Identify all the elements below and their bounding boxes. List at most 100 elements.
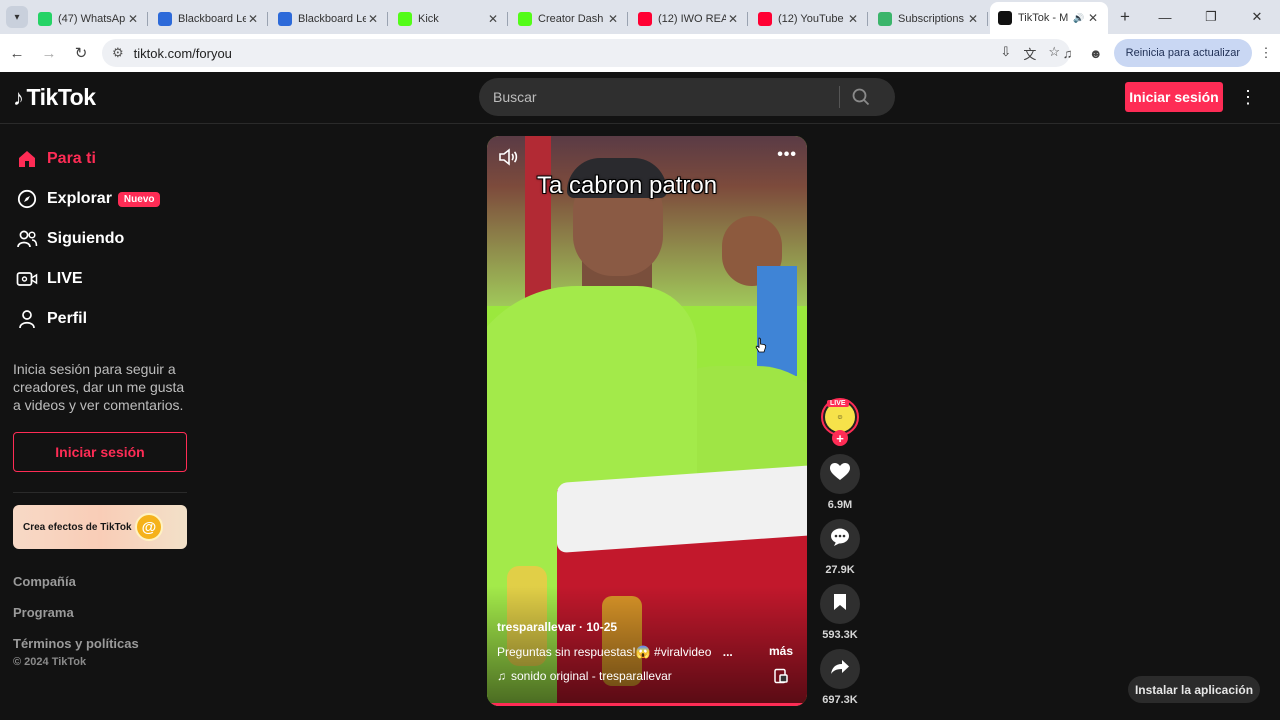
sidebar-login-button[interactable]: Iniciar sesión [13, 432, 187, 472]
tab-close-icon[interactable]: ✕ [1086, 11, 1100, 25]
tab-title: (12) IWO REA [658, 13, 726, 25]
tab-title: Blackboard Le [298, 13, 366, 25]
site-info-icon[interactable]: ⚙ [112, 45, 124, 61]
music-info[interactable]: ♫ sonido original - tresparallevar [497, 669, 672, 683]
tab-audio-icon[interactable]: 🔊 [1072, 13, 1086, 24]
install-app-icon[interactable]: ⇩ [1000, 44, 1011, 63]
login-hint-text: Inicia sesión para seguir a creadores, d… [13, 361, 185, 413]
sidebar-item-live[interactable]: LIVE [16, 266, 83, 292]
browser-tab[interactable]: (12) YouTube ✕ [750, 4, 868, 34]
tab-close-icon[interactable]: ✕ [366, 12, 380, 26]
restore-button[interactable]: ❐ [1188, 0, 1234, 34]
profile-avatar-icon[interactable]: ☻ [1082, 39, 1110, 67]
video-frame-shape [525, 136, 551, 306]
kick-icon [398, 12, 412, 26]
sidebar-item-label: Siguiendo [47, 230, 125, 247]
browser-tab[interactable]: (47) WhatsApp ✕ [30, 4, 148, 34]
mouse-cursor-icon [755, 337, 767, 353]
tab-close-icon[interactable]: ✕ [966, 12, 980, 26]
media-control-icon[interactable]: ♫ [1054, 39, 1082, 67]
video-overlay-caption: Ta cabron patron [536, 172, 718, 199]
tiktok-header: ♪ TikTok Iniciar sesión ⋮ [0, 72, 1280, 124]
tiktok-note-icon: ♪ [13, 84, 24, 110]
tab-close-icon[interactable]: ✕ [486, 12, 500, 26]
following-icon [16, 228, 38, 250]
video-author[interactable]: tresparallevar · 10-25 [497, 620, 617, 634]
live-tag: LIVE [827, 400, 849, 407]
search-box [479, 78, 895, 116]
browser-tab[interactable]: Subscriptions ✕ [870, 4, 988, 34]
kick-icon [518, 12, 532, 26]
back-button[interactable]: ← [2, 38, 32, 68]
install-app-button[interactable]: Instalar la aplicación [1128, 676, 1260, 703]
youtube-icon [638, 12, 652, 26]
minimize-button[interactable]: — [1142, 0, 1188, 34]
footer-link-compania[interactable]: Compañía [13, 574, 76, 589]
tab-close-icon[interactable]: ✕ [846, 12, 860, 26]
tab-title: Creator Dash [538, 13, 604, 25]
close-window-button[interactable]: ✕ [1234, 0, 1280, 34]
blackboard-icon [158, 12, 172, 26]
tab-close-icon[interactable]: ✕ [726, 12, 740, 26]
browser-menu-icon[interactable]: ⋮ [1252, 39, 1280, 67]
translate-icon[interactable]: 文 [1023, 44, 1036, 63]
youtube-icon [758, 12, 772, 26]
forward-button[interactable]: → [34, 38, 64, 68]
profile-icon [16, 308, 38, 330]
copy-link-icon[interactable] [773, 668, 789, 684]
tab-title: Blackboard Le [178, 13, 246, 25]
comment-button[interactable] [820, 519, 860, 559]
more-options-icon[interactable]: ⋮ [1239, 85, 1257, 109]
like-button[interactable] [820, 454, 860, 494]
browser-tab[interactable]: TikTok - M 🔊 ✕ [990, 2, 1108, 34]
home-icon [16, 148, 38, 170]
tab-search-button[interactable]: ▾ [6, 6, 28, 28]
reload-button[interactable]: ↻ [66, 38, 96, 68]
search-input[interactable] [479, 89, 839, 105]
footer-link-programa[interactable]: Programa [13, 605, 74, 620]
description-text: Preguntas sin respuestas!😱 #viralvideo [497, 645, 712, 659]
sidebar-item-perfil[interactable]: Perfil [16, 306, 87, 332]
browser-tab[interactable]: Blackboard Le ✕ [270, 4, 388, 34]
share-icon [830, 659, 850, 680]
video-more-icon[interactable]: ••• [777, 146, 797, 164]
sidebar-item-explorar[interactable]: Explorar Nuevo [16, 186, 161, 212]
volume-icon[interactable] [497, 146, 519, 168]
effect-house-icon: @ [135, 513, 163, 541]
video-progress-bar[interactable] [487, 703, 807, 706]
comment-count: 27.9K [825, 564, 855, 576]
blackboard-icon [278, 12, 292, 26]
update-button[interactable]: Reinicia para actualizar [1113, 39, 1252, 67]
tab-title: (12) YouTube [778, 13, 844, 25]
comment-icon [830, 528, 850, 551]
browser-tab[interactable]: (12) IWO REA ✕ [630, 4, 748, 34]
browser-tab-bar: ▾ (47) WhatsApp ✕ Blackboard Le ✕ Blackboard… [0, 0, 1280, 34]
sidebar-item-siguiendo[interactable]: Siguiendo [16, 226, 124, 252]
compass-icon [16, 188, 38, 210]
sidebar-item-label: Perfil [47, 310, 88, 327]
heart-icon [830, 462, 850, 486]
save-button[interactable] [820, 584, 860, 624]
sidebar-item-para-ti[interactable]: Para ti [16, 146, 96, 172]
browser-tab[interactable]: Kick ✕ [390, 4, 508, 34]
footer-link-terminos[interactable]: Términos y políticas [13, 636, 139, 651]
tab-close-icon[interactable]: ✕ [126, 12, 140, 26]
tab-close-icon[interactable]: ✕ [246, 12, 260, 26]
search-icon[interactable] [840, 88, 882, 106]
share-button[interactable] [820, 649, 860, 689]
video-player[interactable]: Ta cabron patron ••• tresparallevar · 10… [487, 136, 807, 706]
effects-banner[interactable]: Crea efectos de TikTok @ [13, 505, 187, 549]
new-tab-button[interactable]: + [1112, 4, 1138, 30]
tab-close-icon[interactable]: ✕ [606, 12, 620, 26]
url-text: tiktok.com/foryou [133, 45, 232, 61]
tab-title: Kick [418, 13, 439, 25]
see-more-button[interactable]: más [769, 644, 793, 658]
address-bar[interactable]: ⚙ tiktok.com/foryou ⇩ 文 ☆ [102, 39, 1070, 67]
header-login-button[interactable]: Iniciar sesión [1125, 82, 1223, 112]
browser-tab[interactable]: Blackboard Le ✕ [150, 4, 268, 34]
description-ellipsis: ... [722, 645, 733, 659]
sidebar-item-label: LIVE [47, 270, 83, 287]
browser-tab[interactable]: Creator Dash ✕ [510, 4, 628, 34]
follow-plus-icon[interactable]: + [832, 430, 848, 446]
tiktok-logo[interactable]: ♪ TikTok [13, 84, 96, 111]
